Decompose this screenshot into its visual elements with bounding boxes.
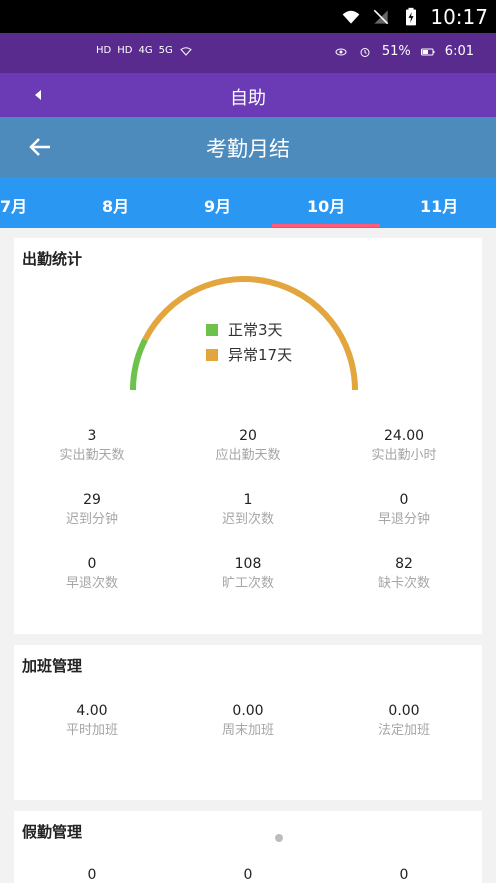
stats-row-1: 3 实出勤天数 20 应出勤天数 24.00 实出勤小时 <box>14 426 482 490</box>
stat-label: 实出勤小时 <box>371 448 437 463</box>
stat-actual-days: 3 实出勤天数 <box>14 426 170 490</box>
stat-value: 20 <box>239 428 257 444</box>
legend-abnormal-swatch <box>206 348 218 361</box>
tab-july[interactable]: 7月 <box>0 193 27 217</box>
leave-header: 假勤管理 <box>22 823 83 841</box>
page-title: 考勤月结 <box>206 137 290 161</box>
stat-value: 0 <box>243 867 253 883</box>
stat-label: 早退分钟 <box>377 512 430 527</box>
system-time: 10:17 <box>430 5 488 29</box>
leave-stats: 0 0 0 <box>14 865 482 883</box>
network-5g-label: 5G <box>158 45 173 56</box>
tab-august[interactable]: 8月 <box>102 193 129 217</box>
stat-label: 实出勤天数 <box>59 448 125 463</box>
wifi-icon <box>343 10 360 24</box>
battery-charging-icon <box>406 7 417 26</box>
stat-early-leave-minutes: 0 早退分钟 <box>326 490 482 554</box>
stat-weekday-overtime: 4.00 平时加班 <box>14 701 170 741</box>
tab-november[interactable]: 11月 <box>420 193 458 217</box>
stat-label: 应出勤天数 <box>215 448 281 463</box>
stat-value: 24.00 <box>383 428 425 444</box>
stat-weekend-overtime: 0.00 周末加班 <box>170 701 326 741</box>
stat-value: 0.00 <box>232 703 264 719</box>
network-indicators: HD HD 4G 5G <box>96 45 193 57</box>
device-icons: 51% 6:01 <box>334 44 474 59</box>
stat-value: 0 <box>87 556 97 572</box>
stat-leave-1: 0 <box>14 865 170 883</box>
hd-label-2: HD <box>117 45 133 56</box>
page-header: 考勤月结 <box>0 117 496 177</box>
stat-leave-3: 0 <box>326 865 482 883</box>
leave-card: 假勤管理 0 0 0 <box>14 811 482 883</box>
scroll-indicator-dot <box>275 834 283 842</box>
app-title: 自助 <box>230 88 266 109</box>
wifi-icon <box>179 47 192 56</box>
month-tabs: 7月 8月 9月 10月 11月 <box>0 177 496 228</box>
stat-actual-hours: 24.00 实出勤小时 <box>326 426 482 490</box>
stat-label: 迟到次数 <box>221 512 274 527</box>
legend-abnormal: 异常17天 <box>206 344 346 365</box>
legend-normal-label: 正常3天 <box>228 321 283 339</box>
stat-value: 82 <box>395 556 413 572</box>
stat-late-count: 1 迟到次数 <box>170 490 326 554</box>
tab-october[interactable]: 10月 <box>307 193 345 217</box>
eye-icon <box>335 48 347 55</box>
stat-label: 迟到分钟 <box>65 512 118 527</box>
stat-value: 0.00 <box>388 703 420 719</box>
device-time: 6:01 <box>444 44 474 59</box>
stat-label: 旷工次数 <box>221 576 274 591</box>
legend-normal-swatch <box>206 323 218 336</box>
battery-percent: 51% <box>381 44 411 59</box>
stat-holiday-overtime: 0.00 法定加班 <box>326 701 482 741</box>
stat-label: 早退次数 <box>65 576 118 591</box>
attendance-legend: 正常3天 异常17天 <box>206 319 346 369</box>
network-4g-label: 4G <box>138 45 153 56</box>
stat-value: 0 <box>87 867 97 883</box>
stats-row-3: 0 早退次数 108 旷工次数 82 缺卡次数 <box>14 554 482 618</box>
stat-leave-2: 0 <box>170 865 326 883</box>
stat-missed-punch-count: 82 缺卡次数 <box>326 554 482 618</box>
system-status-bar: 10:17 <box>0 0 496 33</box>
gauge-segment-normal <box>130 338 148 391</box>
system-icons: 10:17 <box>340 5 488 29</box>
overtime-stats: 4.00 平时加班 0.00 周末加班 0.00 法定加班 <box>14 701 482 741</box>
legend-normal: 正常3天 <box>206 319 346 340</box>
battery-icon <box>420 48 435 55</box>
stat-late-minutes: 29 迟到分钟 <box>14 490 170 554</box>
stat-label: 法定加班 <box>377 723 430 738</box>
attendance-stats: 3 实出勤天数 20 应出勤天数 24.00 实出勤小时 29 迟到分钟 1 迟… <box>14 426 482 618</box>
hd-label: HD <box>96 45 112 56</box>
no-signal-icon <box>374 9 389 25</box>
stat-value: 0 <box>399 492 409 508</box>
selected-tab-indicator <box>272 224 380 227</box>
legend-abnormal-label: 异常17天 <box>228 346 293 364</box>
tab-september[interactable]: 9月 <box>204 193 231 217</box>
stat-early-leave-count: 0 早退次数 <box>14 554 170 618</box>
stat-value: 0 <box>399 867 409 883</box>
stat-required-days: 20 应出勤天数 <box>170 426 326 490</box>
stat-value: 29 <box>83 492 101 508</box>
stat-label: 平时加班 <box>65 723 118 738</box>
stat-value: 4.00 <box>76 703 108 719</box>
attendance-header: 出勤统计 <box>22 250 83 268</box>
device-status-bar: HD HD 4G 5G 51% 6:01 <box>0 33 496 73</box>
stats-row-2: 29 迟到分钟 1 迟到次数 0 早退分钟 <box>14 490 482 554</box>
stat-value: 3 <box>87 428 97 444</box>
stat-value: 1 <box>243 492 253 508</box>
stat-absence-count: 108 旷工次数 <box>170 554 326 618</box>
overtime-card: 加班管理 4.00 平时加班 0.00 周末加班 0.00 法定加班 <box>14 645 482 800</box>
overtime-header: 加班管理 <box>22 657 83 675</box>
alarm-icon <box>360 47 370 57</box>
stat-label: 周末加班 <box>221 723 274 738</box>
stat-label: 缺卡次数 <box>377 576 430 591</box>
app-bar: 自助 <box>0 73 496 117</box>
attendance-card: 出勤统计 正常3天 异常17天 3 实出勤天数 20 应出勤天数 24.00 实… <box>14 238 482 634</box>
stat-value: 108 <box>234 556 262 572</box>
